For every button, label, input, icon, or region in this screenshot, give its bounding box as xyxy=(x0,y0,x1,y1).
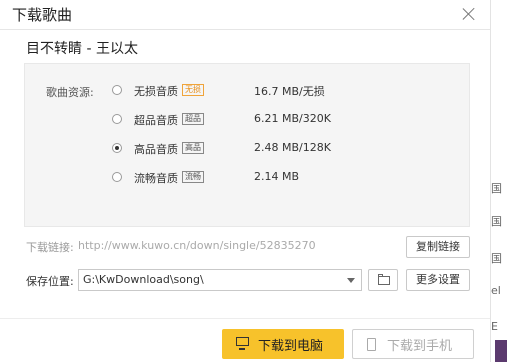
chevron-down-icon[interactable] xyxy=(347,278,355,283)
quality-badge: 流畅 xyxy=(182,171,204,183)
source-label: 歌曲资源: xyxy=(46,86,94,99)
save-location-label: 保存位置: xyxy=(26,275,74,288)
quality-badge: 高品 xyxy=(182,142,204,154)
footer-divider xyxy=(0,318,490,319)
file-size: 2.14 MB xyxy=(254,170,300,183)
song-title: 目不转睛 - 王以太 xyxy=(26,41,138,57)
background-window-strip: 国 国 国 el E xyxy=(491,0,507,362)
copy-link-button[interactable]: 复制链接 xyxy=(406,236,470,258)
phone-icon xyxy=(367,338,376,351)
download-link-url: http://www.kuwo.cn/down/single/52835270 xyxy=(78,239,316,252)
download-to-phone-label: 下载到手机 xyxy=(387,339,453,354)
quality-name: 无损音质 xyxy=(134,85,178,98)
quality-name: 流畅音质 xyxy=(134,172,178,185)
background-thumbnail xyxy=(495,340,507,362)
file-size: 6.21 MB/320K xyxy=(254,112,331,125)
download-to-pc-button[interactable]: 下载到电脑 xyxy=(222,329,344,359)
monitor-icon xyxy=(236,337,249,350)
background-text: E xyxy=(491,320,498,333)
dialog-title: 下载歌曲 xyxy=(12,6,73,24)
header-divider xyxy=(0,29,490,30)
more-settings-button[interactable]: 更多设置 xyxy=(406,269,470,291)
save-path-dropdown[interactable]: G:\KwDownload\song\ xyxy=(78,269,362,291)
background-text: 国 xyxy=(491,182,502,195)
download-link-label: 下载链接: xyxy=(26,241,74,254)
background-text: 国 xyxy=(491,215,502,228)
save-path-value: G:\KwDownload\song\ xyxy=(83,273,204,286)
quality-name: 高品音质 xyxy=(134,143,178,156)
background-text: 国 xyxy=(491,252,502,265)
background-text: el xyxy=(491,284,501,297)
file-size: 16.7 MB/无损 xyxy=(254,85,325,98)
radio-button-selected[interactable] xyxy=(112,143,122,153)
download-to-pc-label: 下载到电脑 xyxy=(258,339,324,354)
browse-folder-button[interactable] xyxy=(368,269,398,291)
download-dialog: 下载歌曲 目不转睛 - 王以太 歌曲资源: 无损音质 无损 16.7 MB/无损… xyxy=(0,0,491,362)
radio-button[interactable] xyxy=(112,172,122,182)
close-icon[interactable] xyxy=(461,6,477,22)
radio-button[interactable] xyxy=(112,114,122,124)
quality-name: 超品音质 xyxy=(134,114,178,127)
radio-button[interactable] xyxy=(112,85,122,95)
file-size: 2.48 MB/128K xyxy=(254,141,331,154)
folder-icon xyxy=(378,274,390,285)
download-to-phone-button[interactable]: 下载到手机 xyxy=(352,329,474,359)
quality-badge: 无损 xyxy=(182,84,204,96)
quality-badge: 超品 xyxy=(182,113,204,125)
